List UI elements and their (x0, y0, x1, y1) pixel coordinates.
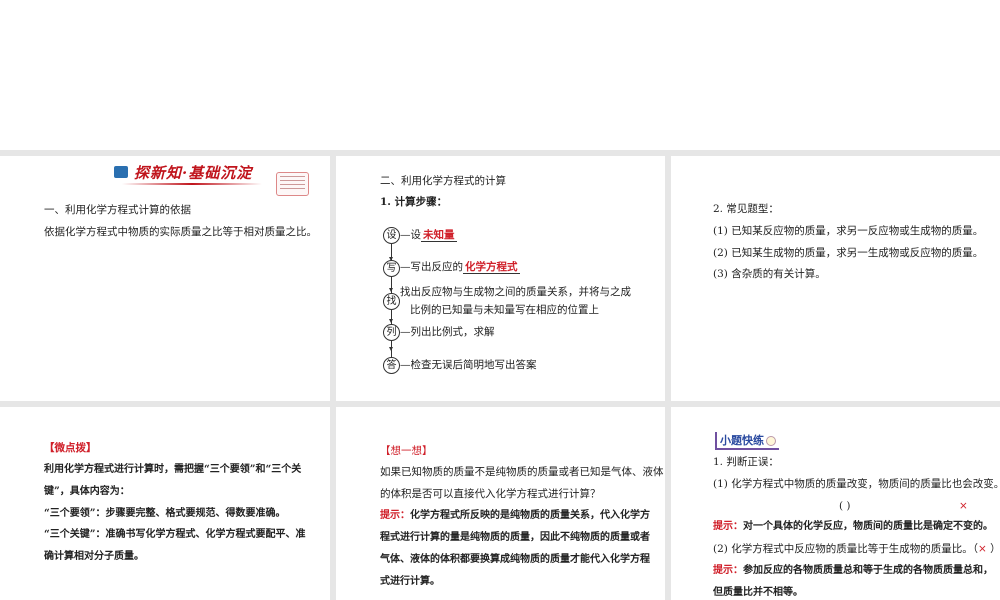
question-2: (2) 化学方程式中反应物的质量比等于生成物的质量比。（× ） (713, 543, 1000, 555)
wrong-mark-icon: × (977, 543, 987, 555)
hint-line: 气体、液体的体积都要换算成纯物质的质量才能代入化学方程 (380, 554, 650, 565)
body-line: “三个关键”：准确书写化学方程式、化学方程式要配平、准 (44, 529, 306, 540)
section-banner: 探新知·基础沉淀 (108, 160, 262, 186)
list-item: (1) 已知某反应物的质量，求另一反应物或生成物的质量。 (713, 225, 984, 237)
slide-thumbnail-4[interactable]: 【微点拨】 利用化学方程式进行计算时，需把握“三个要领”和“三个关 键”，具体内… (0, 407, 330, 600)
arrow-down-icon (389, 347, 393, 351)
body-line: 确计算相对分子质量。 (44, 551, 144, 562)
step-text: 找出反应物与生成物之间的质量关系，并将与之成 (400, 286, 631, 298)
hint-line: 提示：参加反应的各物质质量总和等于生成的各物质质量总和， (713, 565, 993, 576)
hint-line: 提示：化学方程式所反映的是纯物质的质量关系，代入化学方 (380, 510, 650, 521)
book-icon (766, 436, 776, 446)
section-heading: 二、利用化学方程式的计算 (380, 175, 506, 187)
tip-tag: 【微点拨】 (44, 442, 97, 454)
hint-line: 但质量比并不相等。 (713, 587, 803, 598)
body-line: 利用化学方程式进行计算时，需把握“三个要领”和“三个关 (44, 464, 302, 475)
wrong-mark-icon: × (959, 500, 968, 512)
step-text: 比例的已知量与未知量写在相应的位置上 (410, 304, 599, 316)
answer-paren: ( ) (839, 500, 851, 512)
slide-thumbnail-2[interactable]: 二、利用化学方程式的计算 1. 计算步骤： 设 —设 未知量 写 —写出反应的 化学… (336, 156, 665, 401)
question-line: 的体积是否可以直接代入化学方程式进行计算？ (380, 488, 601, 500)
banner-underline (122, 183, 262, 185)
hint-line: 式进行计算。 (380, 576, 440, 587)
list-item: (2) 已知某生成物的质量，求另一生成物或反应物的质量。 (713, 247, 984, 259)
step-text: —列出比例式，求解 (400, 326, 495, 338)
section-heading: 2. 常见题型： (713, 203, 779, 215)
banner-title: 探新知·基础沉淀 (134, 164, 253, 182)
slide-thumbnail-5[interactable]: 【想一想】 如果已知物质的质量不是纯物质的质量或者已知是气体、液体 的体积是否可… (336, 407, 665, 600)
step-circle: 列 (383, 324, 400, 341)
quick-practice-tag: 小题快练 (715, 432, 779, 450)
hint-line: 提示：对一个具体的化学反应，物质间的质量比是确定不变的。 (713, 521, 993, 532)
question-line: 如果已知物质的质量不是纯物质的质量或者已知是气体、液体 (380, 466, 664, 478)
step-circle: 写 (383, 260, 400, 277)
step-text: —写出反应的 化学方程式 (400, 261, 520, 274)
step-text: —设 未知量 (400, 229, 457, 242)
note-icon (276, 172, 309, 196)
think-tag: 【想一想】 (380, 445, 433, 457)
question-heading: 1. 判断正误： (713, 456, 779, 468)
slide-thumbnail-3[interactable]: 2. 常见题型： (1) 已知某反应物的质量，求另一反应物或生成物的质量。 (2… (671, 156, 1000, 401)
step-circle: 答 (383, 357, 400, 374)
hint-line: 程式进行计算的量是纯物质的质量，因此不纯物质的质量或者 (380, 532, 650, 543)
body-line: “三个要领”：步骤要完整、格式要规范、得数要准确。 (44, 508, 286, 519)
slide-thumbnail-6[interactable]: 小题快练 1. 判断正误： (1) 化学方程式中物质的质量改变，物质间的质量比也… (671, 407, 1000, 600)
arrow-down-icon (389, 288, 393, 292)
step-text: —检查无误后简明地写出答案 (400, 359, 537, 371)
list-item: (3) 含杂质的有关计算。 (713, 268, 826, 280)
slide-thumbnail-1[interactable]: 探新知·基础沉淀 一、利用化学方程式计算的依据 依据化学方程式中物质的实际质量之… (0, 156, 330, 401)
step-circle: 找 (383, 293, 400, 310)
graduation-cap-icon (114, 166, 128, 178)
question-1: (1) 化学方程式中物质的质量改变，物质间的质量比也会改变。 (713, 478, 1000, 490)
arrow-down-icon (389, 319, 393, 323)
step-circle: 设 (383, 227, 400, 244)
section-heading: 一、利用化学方程式计算的依据 (44, 204, 191, 216)
body-line: 键”，具体内容为： (44, 486, 130, 497)
body-text: 依据化学方程式中物质的实际质量之比等于相对质量之比。 (44, 226, 317, 238)
sub-heading: 1. 计算步骤： (380, 196, 448, 208)
